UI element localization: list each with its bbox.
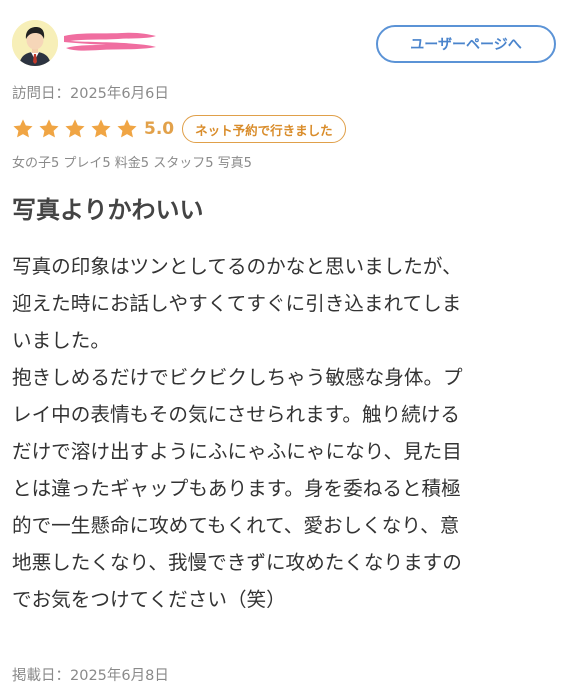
- rating-score: 5.0: [144, 119, 175, 139]
- star-icon: [91, 119, 111, 138]
- visit-date: 訪問日：2025年6月6日: [12, 86, 169, 102]
- review-line: とは違ったギャップもあります。身を委ねると積極: [12, 477, 461, 500]
- star-icon: [13, 119, 33, 138]
- review-line: いました。: [12, 329, 110, 352]
- user-avatar-icon: [12, 20, 58, 66]
- star-rating: [12, 118, 142, 140]
- rating-row: 5.0 ネット予約で行きました: [12, 114, 346, 144]
- review-line: 地悪したくなり、我慢できずに攻めたくなりますの: [12, 551, 462, 574]
- review-line: 迎えた時にお話しやすくてすぐに引き込まれてしま: [12, 292, 462, 315]
- review-line: 的で一生懸命に攻めてもくれて、愛おしくなり、意: [12, 514, 460, 537]
- star-icon: [117, 119, 137, 138]
- review-header: ユーザーページへ: [12, 20, 564, 72]
- review-line: だけで溶け出すようにふにゃふにゃになり、見た目: [12, 440, 462, 463]
- review-line: 写真の印象はツンとしてるのかなと思いましたが、: [12, 255, 462, 278]
- review-title: 写真よりかわいい: [12, 196, 204, 224]
- user-page-button[interactable]: ユーザーページへ: [376, 25, 556, 63]
- review-line: でお気をつけてください（笑）: [12, 588, 286, 611]
- review-line: レイ中の表情もその気にさせられます。触り続ける: [12, 403, 460, 426]
- redacted-username: [64, 32, 156, 51]
- star-icon: [65, 119, 85, 138]
- posted-date: 掲載日：2025年6月8日: [12, 668, 169, 684]
- star-icon: [39, 119, 59, 138]
- user-avatar[interactable]: [12, 20, 58, 66]
- review-line: 抱きしめるだけでビクビクしちゃう敏感な身体。プ: [12, 366, 463, 389]
- visit-type-badge: ネット予約で行きました: [182, 115, 346, 143]
- review-body: 写真の印象はツンとしてるのかなと思いましたが、 迎えた時にお話しやすくてすぐに引…: [12, 248, 560, 618]
- sub-ratings: 女の子5 プレイ5 料金5 スタッフ5 写真5: [12, 156, 252, 171]
